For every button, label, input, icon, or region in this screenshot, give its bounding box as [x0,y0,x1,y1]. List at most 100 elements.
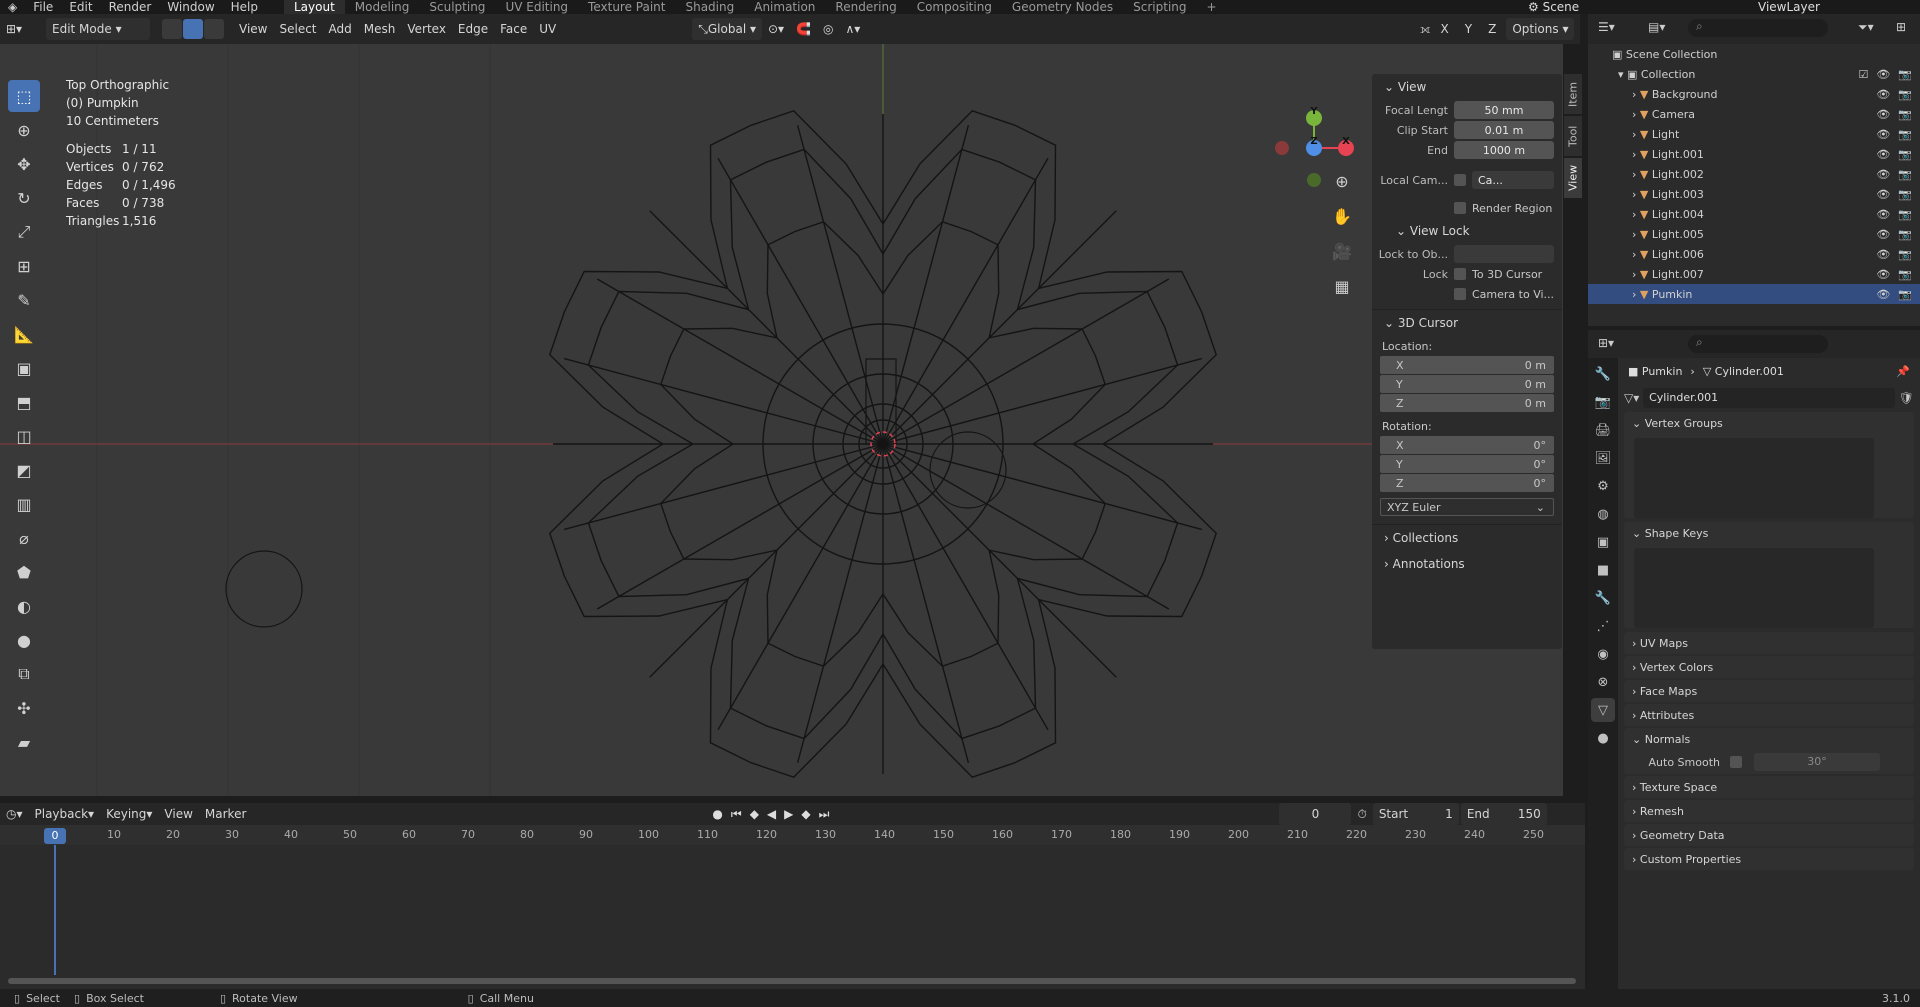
properties-editor-icon[interactable]: ⊞▾ [1598,336,1614,350]
outliner-item[interactable]: › ▼ Light.002 👁 📷 [1588,164,1920,184]
options-dropdown[interactable]: Options ▾ [1506,18,1575,40]
expand-icon[interactable]: › [1632,148,1640,161]
tab-shading[interactable]: Shading [675,0,744,14]
eye-icon[interactable]: 👁 [1876,288,1890,301]
new-collection-icon[interactable]: ⊞ [1896,20,1906,34]
end-frame-field[interactable]: End 150 [1460,803,1547,825]
poly-build-icon[interactable]: ⬟ [8,556,40,588]
mesh-name-field[interactable]: Cylinder.001 [1643,388,1895,408]
mesh-data-icon[interactable]: ▽▾ [1624,391,1643,405]
camera-icon[interactable]: 📷 [1898,188,1912,201]
cursor-location-y[interactable]: Y 0 m [1380,375,1554,393]
outliner-editor-icon[interactable]: ☰▾ [1598,20,1615,34]
playhead[interactable]: 0 [44,828,66,844]
modifier-tab-icon[interactable]: 🔧 [1591,586,1615,610]
eye-icon[interactable]: 👁 [1876,268,1890,281]
record-icon[interactable]: ● [712,807,722,822]
mirror-z-toggle[interactable]: Z [1482,18,1502,40]
expand-icon[interactable]: › [1632,288,1640,301]
vertex-colors-header[interactable]: › Vertex Colors [1624,656,1914,678]
knife-icon[interactable]: ⌀ [8,522,40,554]
timeline-scrollbar[interactable] [8,978,1576,984]
face-select-icon[interactable] [204,19,224,39]
camera-icon[interactable]: 📷 [1898,288,1912,301]
lock-object-field[interactable] [1454,245,1554,263]
tab-item[interactable]: Item [1564,74,1582,114]
tab-compositing[interactable]: Compositing [907,0,1002,14]
fake-user-icon[interactable]: 🛡 [1899,391,1914,405]
menu-view[interactable]: View [158,803,198,825]
spin-icon[interactable]: ◐ [8,590,40,622]
remesh-header[interactable]: › Remesh [1624,800,1914,822]
shape-keys-header[interactable]: ⌄ Shape Keys [1624,522,1914,544]
particles-tab-icon[interactable]: ⋰ [1591,614,1615,638]
eye-icon[interactable]: 👁 [1876,168,1890,181]
shrink-fatten-icon[interactable]: ✣ [8,692,40,724]
rotation-mode-select[interactable]: XYZ Euler ⌄ [1380,498,1554,516]
material-tab-icon[interactable]: ● [1591,726,1615,750]
outliner-item[interactable]: › ▼ Light.006 👁 📷 [1588,244,1920,264]
tab-view[interactable]: View [1564,158,1582,198]
cursor-rotation-y[interactable]: Y 0° [1380,455,1554,473]
render-tab-icon[interactable]: 📷 [1591,390,1615,414]
menu-vertex[interactable]: Vertex [401,18,452,40]
attributes-header[interactable]: › Attributes [1624,704,1914,726]
display-mode-icon[interactable]: ▤▾ [1648,20,1665,34]
expand-icon[interactable]: › [1632,248,1640,261]
pin-icon[interactable]: 📌 [1896,365,1910,378]
timeline-editor-icon[interactable]: ◷▾ [0,803,29,825]
vertex-groups-list[interactable] [1634,438,1874,518]
proportional-edit-icon[interactable]: ◎ [817,18,839,40]
jump-end-icon[interactable]: ⏭ [819,807,830,822]
blender-logo-icon[interactable]: ◈ [0,0,25,14]
play-reverse-icon[interactable]: ◀ [767,807,776,822]
zoom-icon[interactable]: ⊕ [1330,164,1354,199]
editor-type-icon[interactable]: ⊞▾ [0,18,40,40]
menu-keying[interactable]: Keying ▾ [100,803,158,825]
scene-selector[interactable]: ⚙ Scene [1528,0,1579,14]
view-layer-selector[interactable]: ViewLayer [1758,0,1820,14]
scene-collection-row[interactable]: ▣ Scene Collection [1588,44,1920,64]
camera-icon[interactable]: 📷 [1898,88,1912,101]
view-section-header[interactable]: ⌄ View [1372,74,1562,100]
extrude-icon[interactable]: ⬒ [8,386,40,418]
collection-tab-icon[interactable]: ▣ [1591,530,1615,554]
move-icon[interactable]: ✥ [8,148,40,180]
cursor-rotation-x[interactable]: X 0° [1380,436,1554,454]
eye-icon[interactable]: 👁 [1876,68,1890,81]
eye-icon[interactable]: 👁 [1876,88,1890,101]
camera-icon[interactable]: 📷 [1898,108,1912,121]
annotations-header[interactable]: › Annotations [1372,551,1562,577]
loop-cut-icon[interactable]: ▥ [8,488,40,520]
edge-select-icon[interactable] [183,19,203,39]
texture-space-header[interactable]: › Texture Space [1624,776,1914,798]
inset-icon[interactable]: ◫ [8,420,40,452]
outliner-search-input[interactable]: ⌕ [1688,19,1828,37]
vertex-groups-header[interactable]: ⌄ Vertex Groups [1624,412,1914,434]
camera-icon[interactable]: 📷 [1898,68,1912,81]
cursor-location-z[interactable]: Z 0 m [1380,394,1554,412]
camera-icon[interactable]: 📷 [1898,148,1912,161]
constraints-tab-icon[interactable]: ⊗ [1591,670,1615,694]
expand-icon[interactable]: › [1632,108,1640,121]
scene-tab-icon[interactable]: ⚙ [1591,474,1615,498]
camera-icon[interactable]: 📷 [1898,268,1912,281]
clip-end-field[interactable]: 1000 m [1454,141,1554,159]
shear-icon[interactable]: ▰ [8,726,40,758]
physics-tab-icon[interactable]: ◉ [1591,642,1615,666]
smooth-icon[interactable]: ● [8,624,40,656]
output-tab-icon[interactable]: 🖨 [1591,418,1615,442]
cursor-location-x[interactable]: X 0 m [1380,356,1554,374]
menu-playback[interactable]: Playback ▾ [29,803,101,825]
menu-window[interactable]: Window [159,0,222,14]
camera-icon[interactable]: 📷 [1898,248,1912,261]
tab-rendering[interactable]: Rendering [825,0,906,14]
filter-icon[interactable]: ⏷▾ [1858,20,1874,35]
uv-maps-header[interactable]: › UV Maps [1624,632,1914,654]
outliner-item[interactable]: › ▼ Light 👁 📷 [1588,124,1920,144]
menu-view[interactable]: View [233,18,273,40]
checkbox-icon[interactable]: ☑ [1858,68,1868,81]
menu-render[interactable]: Render [101,0,160,14]
select-box-icon[interactable]: ⬚ [8,80,40,112]
3d-cursor-header[interactable]: ⌄ 3D Cursor [1372,310,1562,336]
